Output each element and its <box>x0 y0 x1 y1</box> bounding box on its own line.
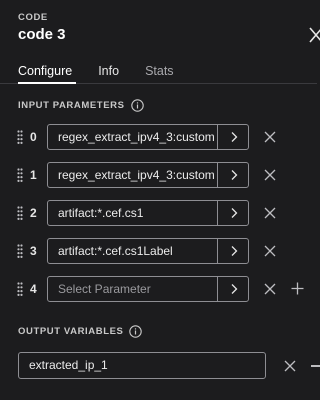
parameter-index: 1 <box>30 168 37 182</box>
output-variables-label: OUTPUT VARIABLES <box>18 326 124 337</box>
minus-icon[interactable] <box>311 365 320 367</box>
parameter-row-4: 4 Select Parameter <box>0 276 317 302</box>
close-panel-icon[interactable] <box>309 27 320 43</box>
drag-handle-icon[interactable] <box>17 282 23 296</box>
drag-handle-icon[interactable] <box>17 244 23 258</box>
drag-handle-icon[interactable] <box>17 130 23 144</box>
output-variables-heading: OUTPUT VARIABLES <box>18 325 143 338</box>
select-divider <box>217 201 218 225</box>
code-block-panel: CODE code 3 Configure Info Stats INPUT P… <box>0 0 320 400</box>
chevron-right-icon[interactable] <box>228 245 240 257</box>
parameter-row-2: 2 artifact:*.cef.cs1 <box>0 200 317 226</box>
select-divider <box>217 125 218 149</box>
info-icon[interactable] <box>129 325 143 338</box>
drag-handle-icon[interactable] <box>17 168 23 182</box>
parameter-index: 0 <box>30 130 37 144</box>
parameter-value: artifact:*.cef.cs1 <box>58 206 144 220</box>
block-title[interactable]: code 3 <box>18 26 66 43</box>
chevron-right-icon[interactable] <box>228 131 240 143</box>
parameter-index: 2 <box>30 206 37 220</box>
parameter-select[interactable]: artifact:*.cef.cs1Label <box>47 238 249 264</box>
info-icon[interactable] <box>130 99 144 112</box>
remove-parameter-icon[interactable] <box>264 169 276 181</box>
active-tab-indicator <box>18 82 76 84</box>
remove-parameter-icon[interactable] <box>264 131 276 143</box>
parameter-select[interactable]: regex_extract_ipv4_3:custom <box>47 162 249 188</box>
input-parameters-label: INPUT PARAMETERS <box>18 100 125 111</box>
chevron-right-icon[interactable] <box>228 169 240 181</box>
block-type-label: CODE <box>18 12 48 23</box>
parameter-select-empty[interactable]: Select Parameter <box>47 276 249 302</box>
remove-parameter-icon[interactable] <box>264 207 276 219</box>
remove-parameter-icon[interactable] <box>264 283 276 295</box>
parameter-index: 3 <box>30 244 37 258</box>
add-parameter-plus-icon[interactable] <box>291 282 304 295</box>
parameter-row-0: 0 regex_extract_ipv4_3:custom <box>0 124 317 150</box>
parameter-value: artifact:*.cef.cs1Label <box>58 244 173 258</box>
select-divider <box>217 277 218 301</box>
chevron-right-icon[interactable] <box>228 207 240 219</box>
chevron-right-icon[interactable] <box>228 283 240 295</box>
remove-parameter-icon[interactable] <box>264 245 276 257</box>
output-variable-input[interactable]: extracted_ip_1 <box>18 352 266 379</box>
parameter-select[interactable]: regex_extract_ipv4_3:custom <box>47 124 249 150</box>
remove-output-icon[interactable] <box>284 360 296 372</box>
parameter-value: regex_extract_ipv4_3:custom <box>58 168 215 182</box>
input-parameters-heading: INPUT PARAMETERS <box>18 99 144 112</box>
parameter-row-1: 1 regex_extract_ipv4_3:custom <box>0 162 317 188</box>
parameter-value: regex_extract_ipv4_3:custom <box>58 130 215 144</box>
parameter-row-3: 3 artifact:*.cef.cs1Label <box>0 238 317 264</box>
parameter-index: 4 <box>30 282 37 296</box>
drag-handle-icon[interactable] <box>17 206 23 220</box>
select-divider <box>217 239 218 263</box>
parameter-placeholder: Select Parameter <box>58 282 151 296</box>
select-divider <box>217 163 218 187</box>
parameter-select[interactable]: artifact:*.cef.cs1 <box>47 200 249 226</box>
